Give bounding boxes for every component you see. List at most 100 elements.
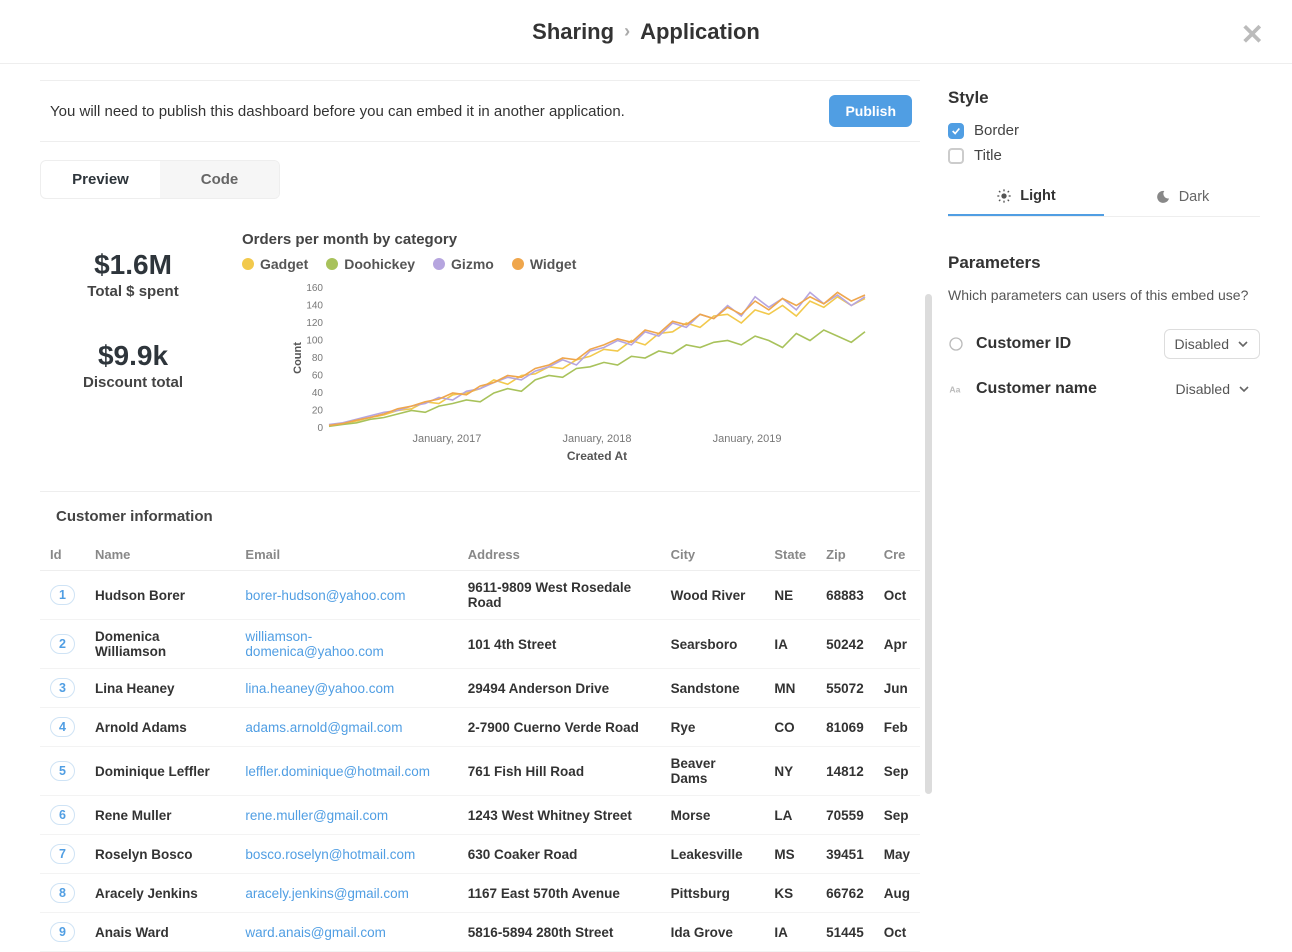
style-title-label: Title [974,147,1002,164]
metric-value: $1.6M [48,249,218,281]
style-border-row[interactable]: Border [948,122,1260,139]
breadcrumb-sharing[interactable]: Sharing [532,19,614,45]
svg-text:80: 80 [312,353,324,364]
publish-button[interactable]: Publish [829,95,912,127]
svg-text:100: 100 [306,336,323,347]
svg-text:Aa: Aa [949,384,960,394]
table-header[interactable]: Address [458,539,661,571]
table-header[interactable]: City [661,539,765,571]
email-link[interactable]: rene.muller@gmail.com [245,808,388,823]
svg-text:120: 120 [306,318,323,329]
text-icon: Aa [948,381,964,397]
metric-discount-total: $9.9k Discount total [48,340,218,391]
svg-text:Count: Count [292,342,304,374]
sun-icon [996,188,1012,204]
svg-text:20: 20 [312,406,324,417]
id-pill[interactable]: 2 [50,634,75,654]
legend-item[interactable]: Widget [512,256,577,272]
email-link[interactable]: leffler.dominique@hotmail.com [245,764,430,779]
id-pill[interactable]: 3 [50,678,75,698]
email-link[interactable]: bosco.roselyn@hotmail.com [245,847,415,862]
tab-preview[interactable]: Preview [41,161,160,198]
chart-legend: Gadget Doohickey Gizmo Widget [242,256,920,272]
checkbox-unchecked-icon[interactable] [948,148,964,164]
chevron-down-icon [1237,338,1249,350]
legend-item[interactable]: Gadget [242,256,308,272]
param-select-value: Disabled [1176,381,1230,397]
id-icon [948,336,964,352]
param-select-customer-id[interactable]: Disabled [1164,329,1260,359]
theme-dark-label: Dark [1179,189,1210,205]
breadcrumb-application: Application [640,19,760,45]
svg-text:160: 160 [306,283,323,294]
tab-code[interactable]: Code [160,161,279,198]
id-pill[interactable]: 5 [50,761,75,781]
preview-code-tabs: Preview Code [40,160,280,199]
table-row[interactable]: 8Aracely Jenkinsaracely.jenkins@gmail.co… [40,874,920,913]
table-header[interactable]: Zip [816,539,874,571]
svg-text:January, 2017: January, 2017 [412,433,481,445]
email-link[interactable]: adams.arnold@gmail.com [245,720,402,735]
table-header[interactable]: Email [235,539,457,571]
table-row[interactable]: 1Hudson Borerborer-hudson@yahoo.com9611-… [40,571,920,620]
email-link[interactable]: borer-hudson@yahoo.com [245,588,405,603]
svg-text:January, 2018: January, 2018 [563,433,632,445]
svg-text:60: 60 [312,371,324,382]
close-icon[interactable]: ✕ [1241,18,1264,51]
style-border-label: Border [974,122,1019,139]
chevron-down-icon [1238,383,1250,395]
table-row[interactable]: 3Lina Heaneylina.heaney@yahoo.com29494 A… [40,669,920,708]
table-header[interactable]: Cre [874,539,920,571]
table-header[interactable]: Id [40,539,85,571]
theme-dark[interactable]: Dark [1104,178,1260,216]
theme-light-label: Light [1020,188,1055,204]
scrollbar-thumb[interactable] [925,294,932,794]
id-pill[interactable]: 4 [50,717,75,737]
table-row[interactable]: 6Rene Mullerrene.muller@gmail.com1243 We… [40,796,920,835]
email-link[interactable]: williamson-domenica@yahoo.com [245,629,383,659]
legend-item[interactable]: Doohickey [326,256,415,272]
parameters-description: Which parameters can users of this embed… [948,287,1260,303]
metric-label: Discount total [48,374,218,391]
customer-table: IdNameEmailAddressCityStateZipCre 1Hudso… [40,539,920,952]
svg-text:January, 2019: January, 2019 [713,433,782,445]
email-link[interactable]: aracely.jenkins@gmail.com [245,886,409,901]
style-title-row[interactable]: Title [948,147,1260,164]
chart-canvas: 020406080100120140160CountJanuary, 2017J… [242,282,920,462]
table-header[interactable]: State [764,539,816,571]
param-row-customer-name: Aa Customer name Disabled [948,367,1260,411]
table-header[interactable]: Name [85,539,235,571]
email-link[interactable]: ward.anais@gmail.com [245,925,386,940]
table-row[interactable]: 2Domenica Williamsonwilliamson-domenica@… [40,620,920,669]
table-row[interactable]: 4Arnold Adamsadams.arnold@gmail.com2-790… [40,708,920,747]
embed-preview: $1.6M Total $ spent $9.9k Discount total… [40,219,920,467]
checkbox-checked-icon[interactable] [948,123,964,139]
style-section-title: Style [948,88,1260,108]
table-row[interactable]: 7Roselyn Boscobosco.roselyn@hotmail.com6… [40,835,920,874]
metric-label: Total $ spent [48,283,218,300]
id-pill[interactable]: 9 [50,922,75,942]
orders-chart: Orders per month by category Gadget Doohi… [242,231,920,467]
table-title: Customer information [56,508,920,525]
theme-toggle: Light Dark [948,178,1260,217]
table-row[interactable]: 5Dominique Lefflerleffler.dominique@hotm… [40,747,920,796]
param-name: Customer name [976,380,1097,398]
id-pill[interactable]: 8 [50,883,75,903]
metric-value: $9.9k [48,340,218,372]
table-row[interactable]: 9Anais Wardward.anais@gmail.com5816-5894… [40,913,920,952]
param-row-customer-id: Customer ID Disabled [948,321,1260,367]
id-pill[interactable]: 6 [50,805,75,825]
legend-item[interactable]: Gizmo [433,256,494,272]
id-pill[interactable]: 1 [50,585,75,605]
moon-icon [1155,189,1171,205]
svg-text:140: 140 [306,301,323,312]
chevron-right-icon: › [624,21,630,42]
svg-text:40: 40 [312,388,324,399]
chart-title: Orders per month by category [242,231,920,248]
id-pill[interactable]: 7 [50,844,75,864]
param-select-customer-name[interactable]: Disabled [1166,375,1260,403]
theme-light[interactable]: Light [948,178,1104,216]
publish-notice: You will need to publish this dashboard … [40,80,920,142]
breadcrumb: Sharing › Application [532,19,760,45]
email-link[interactable]: lina.heaney@yahoo.com [245,681,394,696]
